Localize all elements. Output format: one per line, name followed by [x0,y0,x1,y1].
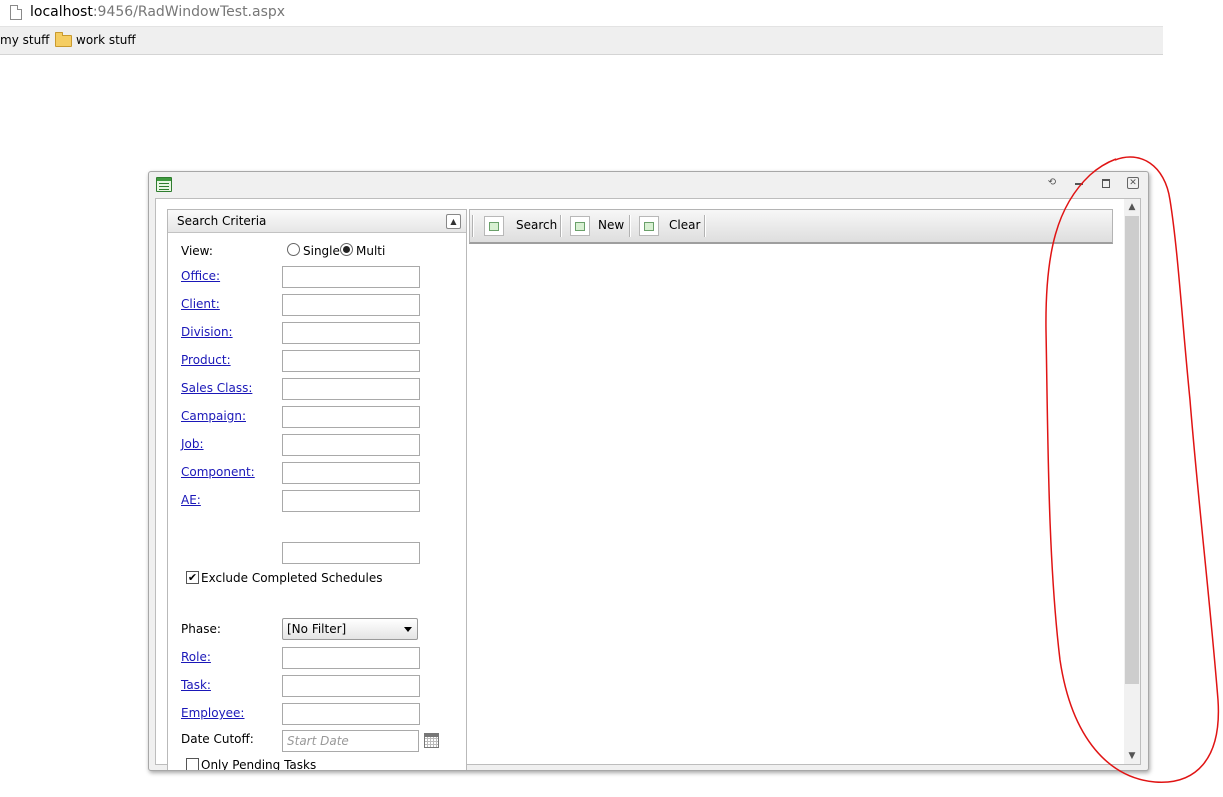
annotation-stroke [1045,156,1220,783]
annotation-circle [1045,156,1220,783]
